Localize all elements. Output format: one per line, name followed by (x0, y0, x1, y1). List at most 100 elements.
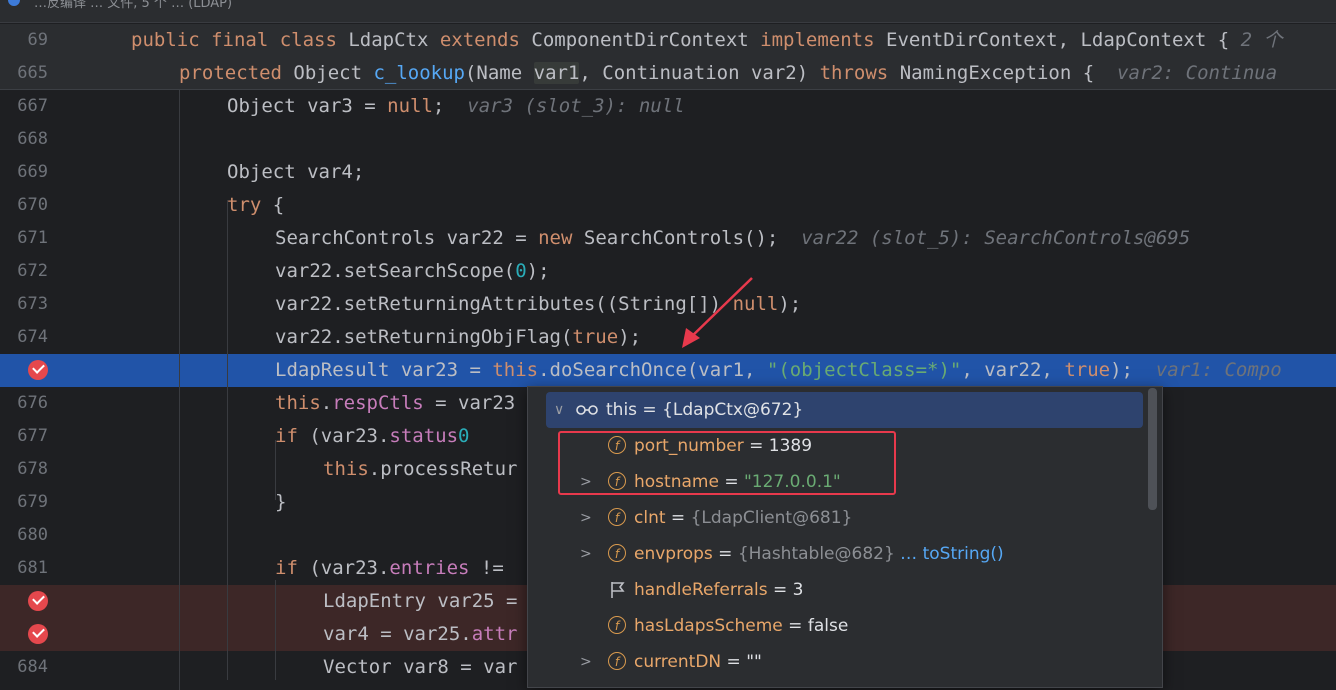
tostring-link[interactable]: … toString() (895, 544, 1003, 564)
indent-guide (275, 440, 276, 500)
code-token: attr (471, 623, 518, 645)
code-token: entries (389, 557, 470, 579)
equals-sign: = (665, 508, 691, 528)
line-number: 679 (17, 492, 48, 512)
line-number: 69 (27, 30, 48, 50)
variable-row-hasldapsscheme[interactable]: f hasLdapsScheme = false (528, 608, 1148, 644)
code-token: .doSearchOnce(var1, (538, 359, 767, 381)
code-token: try (227, 194, 273, 216)
variable-row-currentdn[interactable]: > f currentDN = "" (528, 644, 1148, 680)
code-token: null (387, 95, 433, 117)
sticky-header-divider (0, 89, 1336, 90)
sticky-code-line[interactable]: 69 public final class LdapCtx extends Com… (0, 24, 1336, 57)
code-token: var22.setSearchScope( (275, 260, 516, 282)
code-token: "(objectClass=*)" (766, 359, 962, 381)
equals-sign: = (637, 400, 663, 420)
current-execution-line[interactable]: LdapResult var23 = this.doSearchOnce(var… (0, 354, 1336, 387)
code-text: Object var3 = null; var3 (slot_3): null (227, 90, 685, 123)
chevron-right-icon[interactable]: > (580, 536, 592, 572)
code-text: LdapEntry var25 = (323, 585, 529, 618)
code-token: (var23. (309, 557, 390, 579)
variable-name-line: handleReferrals = 3 (634, 572, 803, 608)
breakpoint-icon[interactable] (28, 591, 48, 611)
code-token: } (275, 491, 287, 513)
chevron-right-icon[interactable]: > (580, 500, 592, 536)
code-text: var22.setReturningObjFlag(true); (275, 321, 641, 354)
code-token: { (272, 194, 285, 216)
code-token: ); (778, 293, 802, 315)
line-number: 667 (17, 96, 48, 116)
code-token: true (1064, 359, 1111, 381)
field-f-icon: f (608, 508, 626, 526)
code-line[interactable]: 669 Object var4; (0, 156, 1336, 189)
line-number: 672 (17, 261, 48, 281)
code-line[interactable]: 673 var22.setReturningAttributes((String[… (0, 288, 1336, 321)
glasses-icon (576, 405, 598, 415)
code-line[interactable]: 668 (0, 123, 1336, 156)
chevron-down-icon[interactable]: ∨ (554, 392, 564, 428)
code-line[interactable]: 672 var22.setSearchScope(0); (0, 255, 1336, 288)
breakpoint-icon[interactable] (28, 360, 48, 380)
code-token: Object (293, 62, 374, 84)
code-token: this (323, 458, 369, 480)
variable-value: {LdapCtx@672} (662, 400, 804, 420)
code-token: c_lookup (373, 62, 465, 84)
variable-row-envprops[interactable]: > f envprops = {Hashtable@682} … toString(… (528, 536, 1148, 572)
line-number: 673 (17, 294, 48, 314)
code-text: try { (227, 189, 284, 222)
chevron-right-icon[interactable]: > (580, 644, 592, 680)
breakpoint-icon[interactable] (28, 624, 48, 644)
code-token: ); (526, 260, 550, 282)
decompiled-notice: …反编译 … 文件, 5 个 … (LDAP) (34, 0, 233, 11)
equals-sign: = (782, 616, 808, 636)
code-text: Object var4; (227, 156, 364, 189)
code-line[interactable]: 670 try { (0, 189, 1336, 222)
code-text: public final class LdapCtx extends Compo… (131, 24, 1283, 57)
line-number: 671 (17, 228, 48, 248)
indent-guide (227, 200, 228, 680)
code-token: implements (760, 29, 886, 51)
code-token: var22.setReturningAttributes((String[]) (275, 293, 733, 315)
line-number: 676 (17, 393, 48, 413)
annotation-highlight-box (558, 431, 896, 495)
code-token: new (538, 227, 584, 249)
code-token: 0 (515, 260, 527, 282)
variable-row-this[interactable]: ∨ this = {LdapCtx@672} (546, 392, 1143, 428)
code-text: SearchControls var22 = new SearchControl… (275, 222, 1190, 255)
equals-sign: = (712, 544, 738, 564)
variable-name: envprops (634, 544, 713, 564)
code-token: 0 (458, 425, 470, 447)
code-line[interactable]: 667 Object var3 = null; var3 (slot_3): nu… (0, 90, 1336, 123)
code-token: SearchControls(); (583, 227, 802, 249)
code-token: LdapCtx (348, 29, 440, 51)
code-text: this.respCtls = var23 (275, 387, 515, 420)
code-token: extends (439, 29, 532, 51)
code-token: Object var3 = (227, 95, 388, 117)
code-token: var1 (533, 62, 580, 84)
variable-name-line: hasLdapsScheme = false (634, 608, 848, 644)
code-token: protected (179, 62, 294, 84)
field-f-icon: f (608, 652, 626, 670)
line-number: 665 (17, 63, 48, 83)
editor-tab-bar: …反编译 … 文件, 5 个 … (LDAP) (0, 0, 1336, 23)
code-text: if (var23.entries != (275, 552, 515, 585)
variable-row-clnt[interactable]: > f clnt = {LdapClient@681} (528, 500, 1148, 536)
line-number: 670 (17, 195, 48, 215)
code-line[interactable]: 671 SearchControls var22 = new SearchCont… (0, 222, 1336, 255)
field-f-icon: f (608, 616, 626, 634)
sticky-code-line[interactable]: 665 protected Object c_lookup(Name var1, … (0, 57, 1336, 90)
field-f-icon: f (608, 544, 626, 562)
variable-name-line: clnt = {LdapClient@681} (634, 500, 852, 536)
line-number: 680 (17, 525, 48, 545)
variable-value: {LdapClient@681} (690, 508, 853, 528)
code-token: , Continuation var2) (579, 62, 820, 84)
line-number: 681 (17, 558, 48, 578)
code-token: LdapResult var23 = (275, 359, 493, 381)
popup-scrollbar[interactable] (1148, 388, 1157, 510)
code-line[interactable]: 674 var22.setReturningObjFlag(true); (0, 321, 1336, 354)
code-token: EventDirContext, LdapContext { (886, 29, 1241, 51)
inline-debug-value: var1: Compo (1155, 359, 1282, 381)
variable-row-handlereferrals[interactable]: handleReferrals = 3 (528, 572, 1148, 608)
equals-sign: = (721, 652, 747, 672)
flag-icon (611, 582, 625, 598)
